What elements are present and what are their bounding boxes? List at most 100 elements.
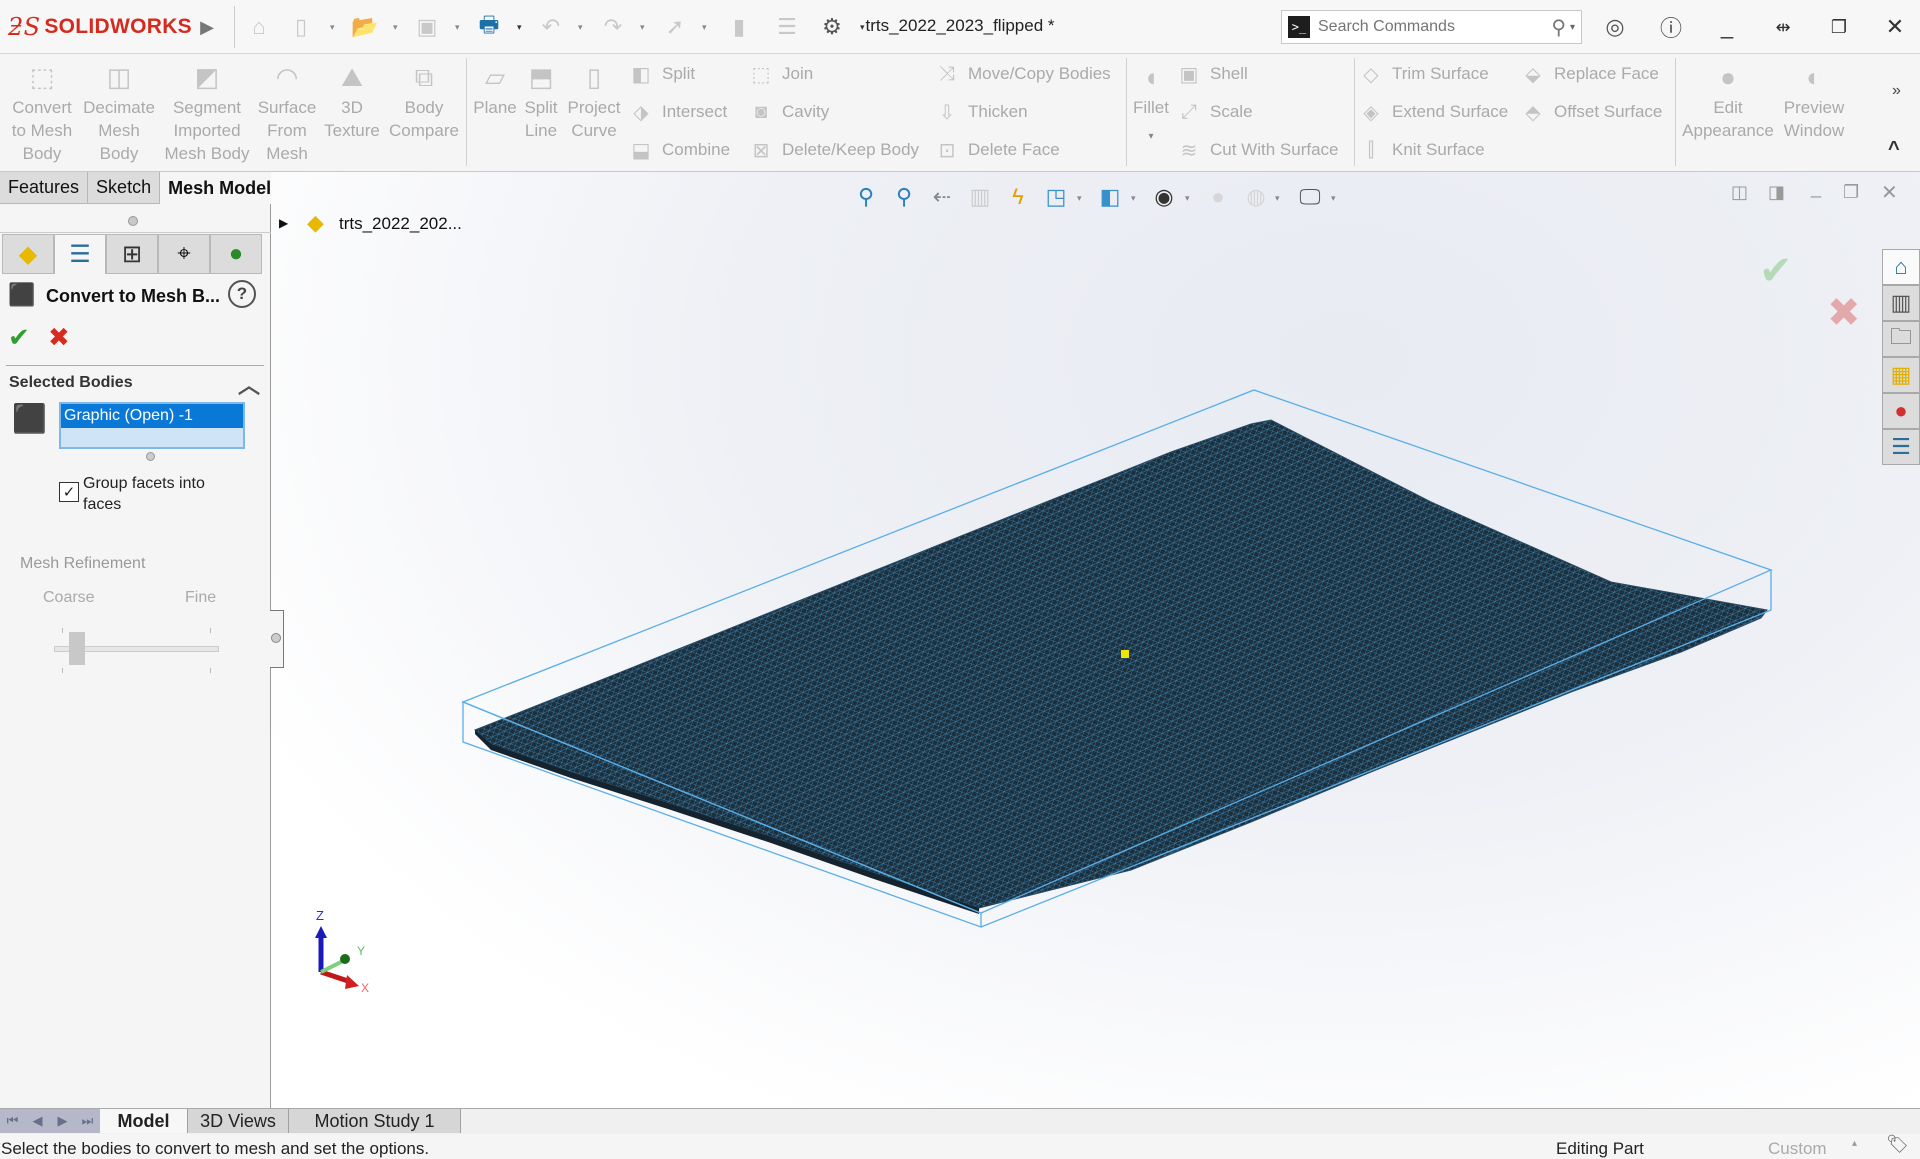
join-button[interactable]: ⬚ Join: [748, 59, 814, 89]
options-gear-icon[interactable]: ⚙: [815, 12, 849, 42]
fillet-button[interactable]: ◖ Fillet ▾: [1130, 60, 1172, 148]
tab-features[interactable]: Features: [0, 172, 89, 204]
restore-button[interactable]: ❐: [1822, 12, 1856, 42]
viewport-minimize-icon[interactable]: _: [1811, 178, 1821, 199]
print-dropdown-icon[interactable]: ▾: [517, 22, 525, 32]
mesh-body[interactable]: [474, 419, 1768, 909]
knit-surface-button[interactable]: ⫿ Knit Surface: [1358, 135, 1485, 165]
dynamic-annotation-icon[interactable]: ϟ: [1001, 180, 1035, 214]
fillet-dropdown-icon[interactable]: ▾: [1130, 125, 1172, 148]
first-tab-icon[interactable]: ⏮: [0, 1109, 25, 1133]
thicken-button[interactable]: ⇩ Thicken: [934, 97, 1028, 127]
section-view-icon[interactable]: ▥: [963, 180, 997, 214]
redo-icon[interactable]: ↷: [596, 12, 630, 42]
preview-window-button[interactable]: ◐ Preview Window: [1778, 60, 1850, 142]
solidworks-logo[interactable]: ƻS SOLIDWORKS: [8, 12, 192, 42]
apply-scene-dropdown-icon[interactable]: ▾: [1275, 193, 1280, 204]
task-pane-view-palette-tab[interactable]: ▦: [1882, 357, 1920, 393]
select-dropdown-icon[interactable]: ▾: [702, 22, 710, 32]
search-icon[interactable]: ⚲: [1551, 15, 1566, 40]
last-tab-icon[interactable]: ⏭: [75, 1109, 100, 1133]
minimize-button[interactable]: _: [1710, 12, 1744, 42]
more-commands-icon[interactable]: »: [1892, 82, 1901, 100]
edit-appearance-view-icon[interactable]: ●: [1201, 180, 1235, 214]
delete-keep-body-button[interactable]: ⊠ Delete/Keep Body: [748, 135, 919, 165]
new-document-icon[interactable]: ▯: [284, 12, 318, 42]
unit-system-selector[interactable]: Custom: [1768, 1139, 1827, 1159]
help-button[interactable]: ?: [228, 280, 256, 308]
display-manager-tab[interactable]: ●: [210, 234, 262, 274]
segment-imported-mesh-body-button[interactable]: ◩ Segment Imported Mesh Body: [164, 60, 250, 165]
tag-icon[interactable]: 🏷: [1886, 1134, 1909, 1155]
viewport-tile-right-icon[interactable]: ◨: [1768, 182, 1785, 203]
project-curve-button[interactable]: ▯ Project Curve: [566, 60, 622, 142]
combine-button[interactable]: ⬓ Combine: [628, 135, 731, 165]
list-resize-handle[interactable]: [146, 452, 155, 461]
redo-dropdown-icon[interactable]: ▾: [640, 22, 648, 32]
intersect-button[interactable]: ⬗ Intersect: [628, 97, 727, 127]
task-pane-custom-properties-tab[interactable]: ☰: [1882, 429, 1920, 465]
hide-show-items-icon[interactable]: ◉: [1147, 180, 1181, 214]
split-button[interactable]: ◧ Split: [628, 59, 696, 89]
help-icon[interactable]: ⓘ: [1654, 12, 1688, 42]
selected-body-item[interactable]: Graphic (Open) -1: [61, 404, 243, 428]
3d-texture-button[interactable]: ⛰ 3D Texture: [322, 60, 382, 142]
task-pane-design-library-tab[interactable]: ▥: [1882, 285, 1920, 321]
save-icon[interactable]: ▣: [410, 12, 444, 42]
split-line-button[interactable]: ⬒ Split Line: [518, 60, 564, 142]
selection-point-marker[interactable]: [1121, 650, 1129, 658]
search-commands-input[interactable]: [1318, 18, 1552, 36]
ok-button[interactable]: ✔: [8, 322, 30, 353]
group-facets-checkbox[interactable]: ✓: [59, 482, 79, 502]
extend-surface-button[interactable]: ◈ Extend Surface: [1358, 97, 1508, 127]
search-commands-box[interactable]: >_ ⚲ ▾: [1281, 10, 1582, 44]
convert-to-mesh-body-button[interactable]: ⬚ Convert to Mesh Body: [8, 60, 76, 165]
print-icon[interactable]: 🖶: [472, 12, 506, 42]
cavity-button[interactable]: ◙ Cavity: [748, 97, 829, 127]
viewport-tile-left-icon[interactable]: ◫: [1731, 182, 1748, 203]
home-icon[interactable]: ⌂: [242, 12, 276, 42]
next-tab-icon[interactable]: ▶: [50, 1109, 75, 1133]
move-copy-bodies-button[interactable]: ⤨ Move/Copy Bodies: [934, 59, 1111, 89]
view-settings-dropdown-icon[interactable]: ▾: [1331, 193, 1336, 204]
scale-button[interactable]: ⤢ Scale: [1176, 97, 1253, 127]
tab-sketch[interactable]: Sketch: [88, 172, 161, 204]
property-manager-tab[interactable]: ☰: [54, 234, 106, 274]
viewport-close-icon[interactable]: ✕: [1881, 180, 1898, 205]
replace-face-button[interactable]: ⬙ Replace Face: [1520, 59, 1659, 89]
tree-expand-arrow-icon[interactable]: ▶: [279, 216, 288, 230]
undo-dropdown-icon[interactable]: ▾: [578, 22, 586, 32]
panel-split-handle[interactable]: [128, 216, 138, 226]
zoom-to-area-icon[interactable]: ⚲: [887, 180, 921, 214]
zoom-to-fit-icon[interactable]: ⚲: [849, 180, 883, 214]
task-pane-file-explorer-tab[interactable]: 🗀: [1882, 321, 1920, 357]
selected-bodies-list[interactable]: Graphic (Open) -1: [59, 402, 245, 449]
plane-button[interactable]: ▱ Plane: [472, 60, 518, 119]
view-orientation-dropdown-icon[interactable]: ▾: [1077, 193, 1082, 204]
shell-button[interactable]: ▣ Shell: [1176, 59, 1248, 89]
offset-surface-button[interactable]: ⬘ Offset Surface: [1520, 97, 1662, 127]
body-compare-button[interactable]: ⧉ Body Compare: [386, 60, 462, 142]
undo-icon[interactable]: ↶: [534, 12, 568, 42]
display-style-icon[interactable]: ◧: [1093, 180, 1127, 214]
tile-window-button[interactable]: ⇹: [1766, 12, 1800, 42]
confirm-cancel-icon[interactable]: ✖: [1827, 290, 1861, 336]
viewport-restore-icon[interactable]: ❐: [1843, 182, 1859, 203]
save-dropdown-icon[interactable]: ▾: [455, 22, 463, 32]
edit-appearance-button[interactable]: ● Edit Appearance: [1680, 60, 1776, 142]
panel-collapse-tab[interactable]: [270, 610, 284, 668]
rebuild-icon[interactable]: ▮: [722, 12, 756, 42]
feature-manager-tab[interactable]: ◆: [2, 234, 54, 274]
collapse-ribbon-icon[interactable]: ^: [1888, 138, 1900, 161]
display-style-dropdown-icon[interactable]: ▾: [1131, 193, 1136, 204]
view-settings-icon[interactable]: 🖵: [1293, 180, 1327, 214]
apply-scene-icon[interactable]: ◍: [1239, 180, 1273, 214]
dimxpert-manager-tab[interactable]: ⌖: [158, 234, 210, 274]
search-dropdown-icon[interactable]: ▾: [1570, 22, 1575, 33]
confirm-ok-icon[interactable]: ✔: [1759, 248, 1793, 294]
file-properties-icon[interactable]: ☰: [770, 12, 804, 42]
options-dropdown-icon[interactable]: ▾: [860, 22, 868, 32]
configuration-manager-tab[interactable]: ⊞: [106, 234, 158, 274]
cut-with-surface-button[interactable]: ≋ Cut With Surface: [1176, 135, 1339, 165]
open-icon[interactable]: 📂: [348, 12, 382, 42]
